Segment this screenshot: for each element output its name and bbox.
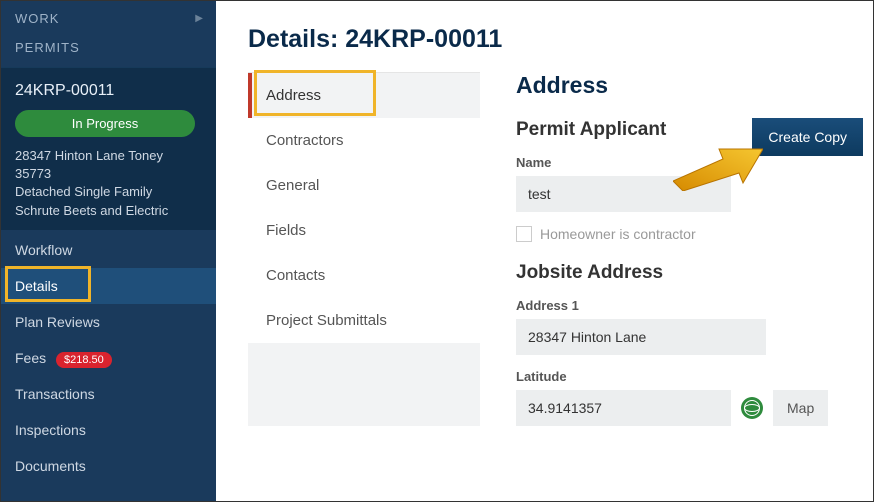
latitude-input[interactable] xyxy=(516,390,731,426)
detail-tabs: Address Contractors General Fields Conta… xyxy=(248,72,480,426)
form-panel: Address Create Copy Permit Applicant Nam… xyxy=(516,72,863,426)
tab-project-submittals[interactable]: Project Submittals xyxy=(248,298,480,343)
permit-address: 28347 Hinton Lane Toney 35773 xyxy=(15,147,202,183)
sidebar-section-label: PERMITS xyxy=(15,40,80,55)
sidebar-nav: Workflow Details Plan Reviews Fees $218.… xyxy=(1,230,216,484)
name-input[interactable] xyxy=(516,176,731,212)
globe-icon[interactable] xyxy=(741,397,763,419)
nav-transactions[interactable]: Transactions xyxy=(1,376,216,412)
tab-contractors[interactable]: Contractors xyxy=(248,118,480,163)
permit-type: Detached Single Family xyxy=(15,183,202,201)
permit-company: Schrute Beets and Electric xyxy=(15,202,202,220)
nav-fees-label: Fees xyxy=(15,350,46,366)
checkbox-icon[interactable] xyxy=(516,226,532,242)
main-content: Details: 24KRP-00011 Address Contractors… xyxy=(216,1,873,501)
name-label: Name xyxy=(516,155,863,170)
chevron-right-icon: ▶ xyxy=(195,13,204,24)
fees-badge: $218.50 xyxy=(56,352,112,368)
nav-fees[interactable]: Fees $218.50 xyxy=(1,340,216,376)
tab-address[interactable]: Address xyxy=(248,73,480,118)
tab-contacts[interactable]: Contacts xyxy=(248,253,480,298)
nav-workflow[interactable]: Workflow xyxy=(1,232,216,268)
sidebar: WORK ▶ PERMITS 24KRP-00011 In Progress 2… xyxy=(1,1,216,501)
jobsite-address-title: Jobsite Address xyxy=(516,262,863,284)
permit-id: 24KRP-00011 xyxy=(15,82,202,100)
tab-general[interactable]: General xyxy=(248,163,480,208)
sidebar-section-permits[interactable]: PERMITS xyxy=(1,36,216,67)
sidebar-section-label: WORK xyxy=(15,11,59,26)
latitude-label: Latitude xyxy=(516,369,863,384)
map-button[interactable]: Map xyxy=(773,390,828,426)
tab-fields[interactable]: Fields xyxy=(248,208,480,253)
sidebar-section-work[interactable]: WORK ▶ xyxy=(1,1,216,36)
status-badge: In Progress xyxy=(15,110,195,137)
homeowner-label: Homeowner is contractor xyxy=(540,226,696,242)
nav-inspections[interactable]: Inspections xyxy=(1,412,216,448)
homeowner-checkbox-row[interactable]: Homeowner is contractor xyxy=(516,226,863,242)
nav-documents[interactable]: Documents xyxy=(1,448,216,484)
nav-plan-reviews[interactable]: Plan Reviews xyxy=(1,304,216,340)
page-title: Details: 24KRP-00011 xyxy=(248,25,863,54)
address1-label: Address 1 xyxy=(516,298,863,313)
section-address-title: Address xyxy=(516,72,863,99)
address1-input[interactable] xyxy=(516,319,766,355)
create-copy-button[interactable]: Create Copy xyxy=(752,118,863,156)
permit-summary: 24KRP-00011 In Progress 28347 Hinton Lan… xyxy=(1,67,216,230)
nav-details[interactable]: Details xyxy=(1,268,216,304)
